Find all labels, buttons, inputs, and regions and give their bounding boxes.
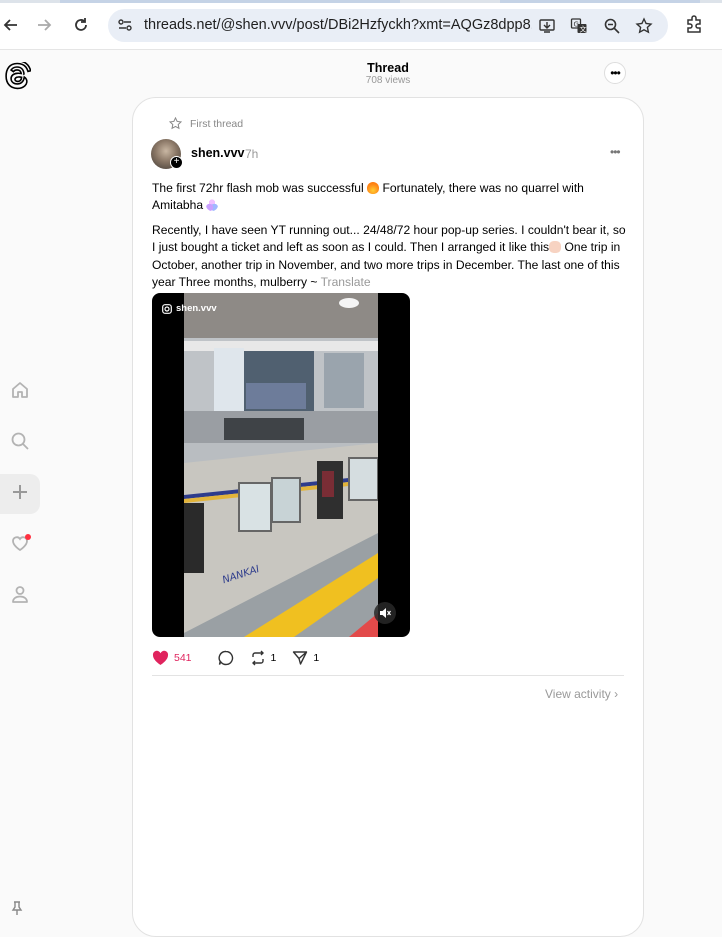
bookmark-star-icon[interactable] [634,16,654,36]
thread-options-button[interactable]: ••• [604,62,626,84]
sidebar-item-profile[interactable] [0,576,40,616]
post-text-1: The first 72hr flash mob was successful … [152,181,584,213]
more-options-icon: ••• [610,66,621,80]
post-text-2: Recently, I have seen YT running out... … [152,223,626,290]
sidebar-item-create[interactable] [0,474,40,514]
view-activity-link[interactable]: View activity › [545,687,618,701]
like-button[interactable]: 541 [152,650,192,666]
back-arrow-icon[interactable] [0,14,22,36]
home-icon [10,380,30,405]
profile-icon [10,584,30,609]
send-icon [293,651,308,665]
repost-button[interactable]: 1 [250,650,277,666]
sidebar-item-activity[interactable] [0,525,40,565]
svg-text:文: 文 [580,25,587,34]
install-app-icon[interactable] [537,16,557,36]
repost-count: 1 [270,652,277,664]
follow-plus-icon[interactable]: + [170,156,183,169]
reply-button[interactable] [218,650,234,666]
post-video[interactable]: NANKAI shen.vvv [152,293,410,637]
muted-speaker-icon [380,608,391,618]
create-icon [10,482,30,507]
share-count: 1 [313,652,320,664]
chevron-right-icon: › [614,687,619,701]
sidebar-item-search[interactable] [0,423,40,463]
svg-text:G: G [574,21,579,29]
reload-icon[interactable] [70,14,92,36]
site-info-icon[interactable] [116,16,134,34]
sidebar-item-home[interactable] [0,372,40,412]
video-frame: NANKAI [184,293,378,637]
post-time: 7h [245,147,259,161]
search-icon [10,431,30,456]
translate-link[interactable]: Translate [321,275,371,289]
hand-emoji-icon [549,241,562,254]
like-count: 541 [174,652,192,664]
first-thread-text: First thread [190,117,244,130]
address-bar[interactable]: threads.net/@shen.vvv/post/DBi2Hzfyckh?x… [108,9,668,42]
mute-toggle-button[interactable] [374,602,396,624]
extensions-icon[interactable] [684,14,706,36]
comment-icon [218,650,233,666]
activity-heart-icon [10,533,31,558]
pin-icon[interactable] [9,900,25,916]
url-text[interactable]: threads.net/@shen.vvv/post/DBi2Hzfyckh?x… [144,17,532,33]
page-title: Thread [367,61,409,75]
username[interactable]: shen.vvv [191,146,245,160]
star-icon [169,117,182,130]
translate-page-icon[interactable]: G文 [569,16,589,36]
forward-arrow-icon[interactable] [33,14,55,36]
view-count: 708 views [365,75,411,86]
fire-emoji-icon [367,182,380,194]
thread-card: First thread + shen.vvv 7h ••• The first… [132,97,644,937]
sparkle-emoji-icon [206,199,219,212]
share-button[interactable]: 1 [292,650,319,666]
instagram-icon [162,303,172,314]
repost-icon [251,650,264,666]
tab-strip-edge [0,0,722,3]
zoom-icon[interactable] [602,16,622,36]
post-more-icon[interactable]: ••• [610,145,621,159]
notification-dot [25,533,31,540]
action-bar: 541 1 1 [152,650,335,666]
divider [152,675,624,676]
media-tag: shen.vvv [162,303,217,314]
threads-logo[interactable] [5,60,32,90]
first-thread-label: First thread [169,117,243,130]
heart-filled-icon [152,650,169,665]
browser-toolbar: threads.net/@shen.vvv/post/DBi2Hzfyckh?x… [0,0,722,50]
